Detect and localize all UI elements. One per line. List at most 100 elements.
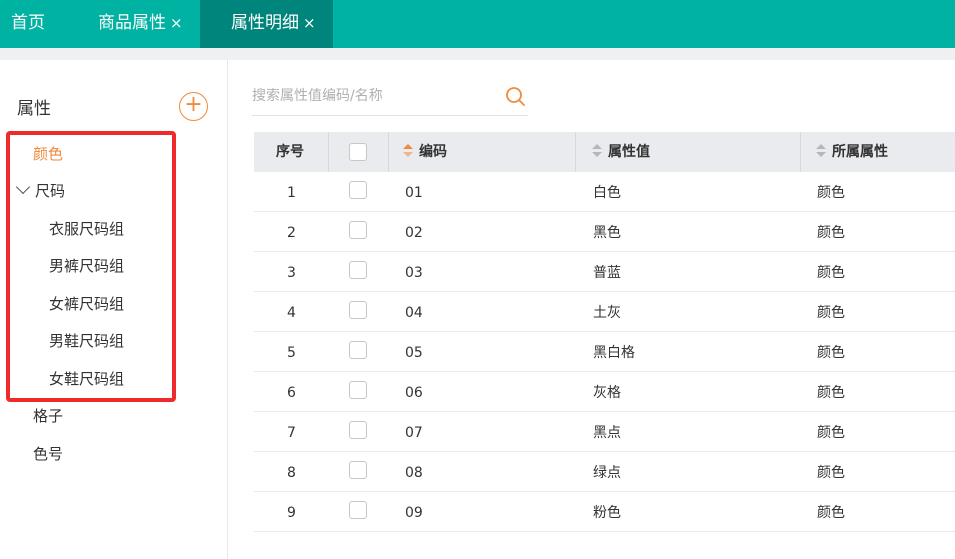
cell-attribute: 颜色 (817, 385, 845, 401)
cell-value: 灰格 (593, 385, 621, 401)
column-header-index: 序号 (276, 144, 304, 160)
column-header-code[interactable]: 编码 (403, 132, 447, 172)
row-checkbox[interactable] (349, 381, 367, 399)
table-row[interactable]: 9 09 粉色 颜色 (254, 492, 955, 532)
cell-code: 04 (405, 305, 423, 321)
cell-value: 黑色 (593, 225, 621, 241)
chevron-down-icon[interactable] (15, 179, 31, 195)
cell-code: 01 (405, 185, 423, 201)
cell-value: 普蓝 (593, 265, 621, 281)
tree-item-color[interactable]: 颜色 (33, 143, 63, 164)
cell-code: 05 (405, 345, 423, 361)
cell-index: 9 (287, 505, 296, 521)
column-divider (328, 132, 329, 172)
table-row[interactable]: 6 06 灰格 颜色 (254, 372, 955, 412)
cell-value: 粉色 (593, 505, 621, 521)
column-header-value[interactable]: 属性值 (592, 132, 650, 172)
tab-bar: 首页 商品属性 × 属性明细 × (0, 0, 955, 48)
row-checkbox[interactable] (349, 181, 367, 199)
table-row[interactable]: 4 04 土灰 颜色 (254, 292, 955, 332)
cell-index: 7 (287, 425, 296, 441)
tree-item-label: 色号 (33, 445, 64, 463)
tree-item-label: 颜色 (33, 145, 64, 163)
tree-item-label: 男鞋尺码组 (49, 332, 125, 350)
cell-code: 09 (405, 505, 423, 521)
cell-index: 6 (287, 385, 296, 401)
column-header-value-label: 属性值 (608, 144, 650, 160)
tab-attribute-detail-label: 属性明细 (231, 13, 299, 33)
row-checkbox[interactable] (349, 301, 367, 319)
column-header-attribute[interactable]: 所属属性 (816, 132, 888, 172)
tree-item-label: 女裤尺码组 (49, 295, 125, 313)
cell-attribute: 颜色 (817, 345, 845, 361)
tab-home[interactable]: 首页 (11, 0, 45, 48)
cell-index: 4 (287, 305, 296, 321)
cell-attribute: 颜色 (817, 425, 845, 441)
tree-item-womens-shoes-size-group[interactable]: 女鞋尺码组 (49, 368, 124, 389)
tab-product-attributes-label: 商品属性 (98, 13, 166, 33)
cell-attribute: 颜色 (817, 265, 845, 281)
sort-icon[interactable] (816, 144, 826, 158)
cell-value: 土灰 (593, 305, 621, 321)
cell-attribute: 颜色 (817, 505, 845, 521)
column-divider (388, 132, 389, 172)
cell-attribute: 颜色 (817, 185, 845, 201)
search-icon[interactable] (504, 85, 526, 107)
tree-item-color-code[interactable]: 色号 (33, 443, 63, 464)
row-checkbox[interactable] (349, 461, 367, 479)
table-row[interactable]: 2 02 黑色 颜色 (254, 212, 955, 252)
table-row[interactable]: 1 01 白色 颜色 (254, 172, 955, 212)
cell-index: 1 (287, 185, 296, 201)
cell-code: 07 (405, 425, 423, 441)
tab-product-attributes[interactable]: 商品属性 × (98, 0, 183, 48)
row-checkbox[interactable] (349, 221, 367, 239)
tree-item-label: 男裤尺码组 (49, 257, 125, 275)
cell-index: 5 (287, 345, 296, 361)
table-row[interactable]: 8 08 绿点 颜色 (254, 452, 955, 492)
attribute-sidebar: 属性 + 颜色 尺码 衣服尺码组 男裤尺码组 女裤尺码组 男鞋尺码组 女鞋尺码组… (0, 60, 228, 559)
tab-close-icon[interactable]: × (170, 14, 183, 32)
sort-icon[interactable] (403, 144, 413, 158)
tree-item-label: 尺码 (35, 182, 66, 200)
tree-item-label: 格子 (33, 407, 64, 425)
cell-code: 02 (405, 225, 423, 241)
tree-item-size[interactable]: 尺码 (15, 179, 66, 201)
table-row[interactable]: 5 05 黑白格 颜色 (254, 332, 955, 372)
add-attribute-button[interactable]: + (179, 92, 208, 121)
table-row[interactable]: 7 07 黑点 颜色 (254, 412, 955, 452)
tree-item-mens-shoes-size-group[interactable]: 男鞋尺码组 (49, 330, 124, 351)
tree-item-womens-pants-size-group[interactable]: 女裤尺码组 (49, 293, 124, 314)
cell-index: 3 (287, 265, 296, 281)
cell-attribute: 颜色 (817, 465, 845, 481)
search-input[interactable] (252, 84, 492, 108)
column-divider (800, 132, 801, 172)
select-all-checkbox[interactable] (349, 143, 367, 161)
cell-index: 2 (287, 225, 296, 241)
cell-code: 08 (405, 465, 423, 481)
plus-icon: + (184, 92, 203, 117)
column-divider (575, 132, 576, 172)
cell-code: 03 (405, 265, 423, 281)
table-row[interactable]: 3 03 普蓝 颜色 (254, 252, 955, 292)
row-checkbox[interactable] (349, 421, 367, 439)
row-checkbox[interactable] (349, 341, 367, 359)
tab-attribute-detail[interactable]: 属性明细 × (200, 0, 333, 48)
table-header: 序号 编码 属性值 所属属性 (254, 132, 955, 172)
row-checkbox[interactable] (349, 501, 367, 519)
tree-item-clothing-size-group[interactable]: 衣服尺码组 (49, 218, 124, 239)
search-bar (252, 78, 528, 116)
column-header-attribute-label: 所属属性 (832, 144, 888, 160)
tab-close-icon[interactable]: × (303, 14, 316, 32)
content-gutter (0, 48, 955, 60)
tab-home-label: 首页 (11, 13, 45, 33)
cell-value: 绿点 (593, 465, 621, 481)
cell-value: 黑点 (593, 425, 621, 441)
tree-item-plaid[interactable]: 格子 (33, 405, 63, 426)
sort-icon[interactable] (592, 144, 602, 158)
cell-attribute: 颜色 (817, 225, 845, 241)
tree-item-mens-pants-size-group[interactable]: 男裤尺码组 (49, 255, 124, 276)
row-checkbox[interactable] (349, 261, 367, 279)
cell-attribute: 颜色 (817, 305, 845, 321)
cell-value: 黑白格 (593, 345, 635, 361)
cell-index: 8 (287, 465, 296, 481)
